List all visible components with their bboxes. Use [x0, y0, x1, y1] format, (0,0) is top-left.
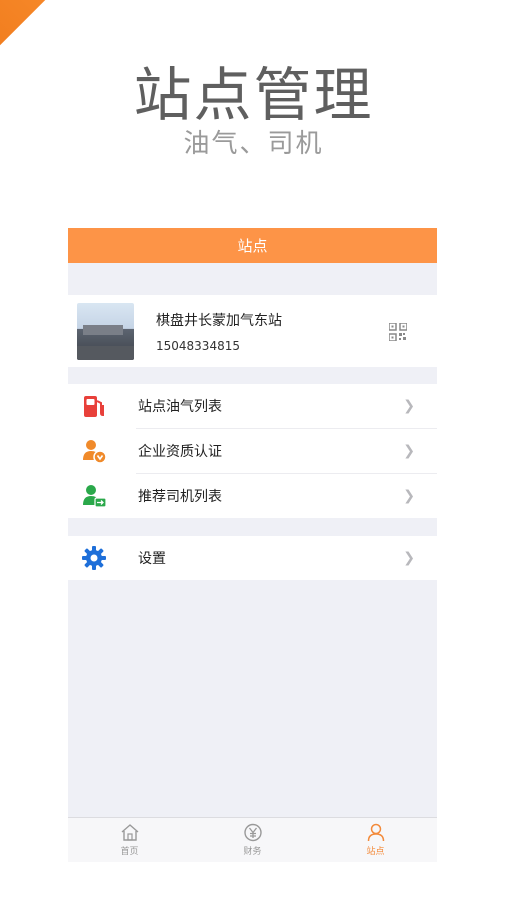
home-icon: [121, 824, 138, 841]
menu-item-driver-list[interactable]: 推荐司机列表 ❯: [83, 473, 437, 518]
fuel-pump-icon: [80, 392, 108, 420]
chevron-right-icon: ❯: [403, 443, 415, 459]
menu-item-certification[interactable]: 企业资质认证 ❯: [83, 428, 437, 473]
tab-home[interactable]: 首页: [68, 818, 191, 862]
person-icon: [367, 823, 384, 842]
settings-group: 设置 ❯: [68, 536, 437, 580]
user-share-icon: [80, 482, 108, 510]
tab-label: 财务: [243, 847, 262, 857]
gear-icon: [80, 544, 108, 572]
menu-item-settings[interactable]: 设置 ❯: [68, 536, 437, 580]
station-photo: [77, 302, 134, 360]
chevron-right-icon: ❯: [403, 398, 415, 414]
menu-label: 企业资质认证: [138, 444, 222, 460]
promo-title: 站点管理: [133, 61, 374, 129]
phone-screen: 站点 棋盘井长蒙加气东站 15048334815 站点油气列表 ❯ 企业资质认证…: [68, 228, 437, 862]
station-name: 棋盘井长蒙加气东站: [156, 312, 282, 329]
menu-group: 站点油气列表 ❯ 企业资质认证 ❯ 推荐司机列表 ❯: [68, 384, 437, 518]
verified-user-icon: [80, 437, 108, 465]
nav-bar: 站点: [68, 228, 437, 263]
chevron-right-icon: ❯: [403, 550, 415, 566]
menu-label: 设置: [138, 551, 166, 567]
tab-label: 首页: [120, 847, 139, 857]
promo-subtitle: 油气、司机: [183, 129, 324, 159]
station-phone: 15048334815: [156, 338, 240, 353]
tab-bar: 首页 财务 站点: [68, 817, 437, 862]
tab-label: 站点: [366, 847, 385, 857]
tab-finance[interactable]: 财务: [191, 818, 314, 862]
chevron-right-icon: ❯: [403, 488, 415, 504]
station-card[interactable]: 棋盘井长蒙加气东站 15048334815: [68, 295, 437, 367]
menu-item-fuel-list[interactable]: 站点油气列表 ❯: [68, 384, 437, 428]
yen-icon: [243, 823, 262, 842]
menu-label: 推荐司机列表: [138, 489, 222, 505]
nav-title: 站点: [237, 237, 268, 255]
tab-station[interactable]: 站点: [314, 818, 437, 862]
menu-label: 站点油气列表: [138, 399, 222, 415]
qr-code-icon[interactable]: [389, 323, 407, 341]
